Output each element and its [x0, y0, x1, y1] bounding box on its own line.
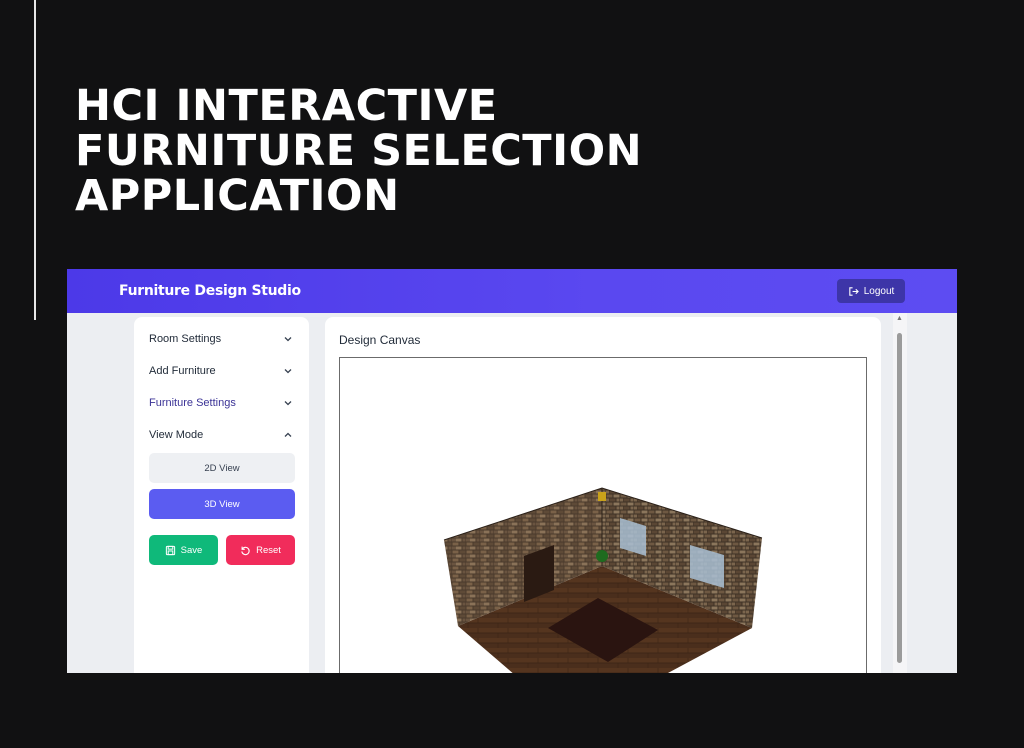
slide-title: HCI INTERACTIVE FURNITURE SELECTION APPL… — [75, 81, 643, 221]
view-3d-button[interactable]: 3D View — [149, 489, 295, 519]
scroll-up-icon[interactable]: ▲ — [896, 315, 903, 322]
view-2d-button[interactable]: 2D View — [149, 453, 295, 483]
decorative-divider-line — [34, 0, 36, 320]
reset-icon — [240, 545, 251, 556]
sidebar: Room Settings Add Furniture Furniture Se… — [134, 317, 309, 673]
app-header: Furniture Design Studio Logout — [67, 269, 957, 313]
section-furniture-settings[interactable]: Furniture Settings — [149, 392, 295, 414]
save-icon — [165, 545, 176, 556]
save-button[interactable]: Save — [149, 535, 218, 565]
app-screenshot: Furniture Design Studio Logout Room Sett… — [67, 269, 957, 673]
design-canvas-panel: Design Canvas — [325, 317, 881, 673]
room-3d-render[interactable] — [340, 358, 866, 673]
design-canvas[interactable] — [339, 357, 867, 673]
logout-label: Logout — [863, 285, 895, 297]
chevron-down-icon — [281, 332, 295, 346]
chevron-down-icon — [281, 364, 295, 378]
chevron-down-icon — [281, 396, 295, 410]
reset-button[interactable]: Reset — [226, 535, 295, 565]
logout-button[interactable]: Logout — [837, 279, 905, 303]
section-add-furniture[interactable]: Add Furniture — [149, 360, 295, 382]
section-room-settings[interactable]: Room Settings — [149, 328, 295, 350]
chevron-up-icon — [281, 428, 295, 442]
section-label: Furniture Settings — [149, 397, 236, 409]
logout-icon — [848, 286, 859, 297]
scroll-thumb[interactable] — [897, 333, 902, 663]
brand-title: Furniture Design Studio — [119, 283, 301, 299]
section-view-mode[interactable]: View Mode — [149, 424, 295, 446]
section-label: View Mode — [149, 429, 204, 441]
canvas-title: Design Canvas — [339, 333, 421, 347]
page-scrollbar[interactable]: ▲ — [893, 313, 907, 673]
reset-label: Reset — [256, 544, 281, 556]
section-label: Room Settings — [149, 333, 222, 345]
section-label: Add Furniture — [149, 365, 216, 377]
save-label: Save — [180, 544, 203, 556]
